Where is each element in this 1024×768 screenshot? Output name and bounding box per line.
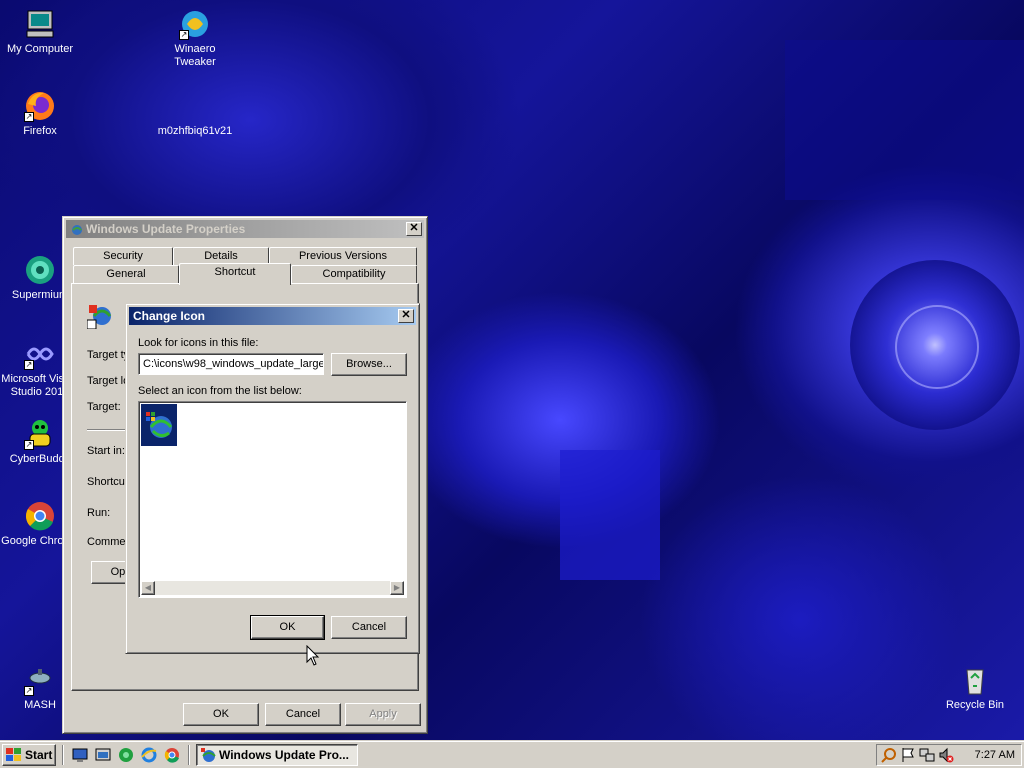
shortcut-arrow-icon: ↗ bbox=[24, 360, 34, 370]
chrome-icon bbox=[164, 748, 179, 763]
desktop-icon-recycle-bin[interactable]: Recycle Bin bbox=[935, 664, 1015, 712]
windows-update-icon bbox=[146, 412, 173, 438]
properties-cancel-button[interactable]: Cancel bbox=[265, 703, 341, 726]
target-type-label: Target ty bbox=[87, 349, 130, 361]
quick-launch-desktop[interactable] bbox=[72, 747, 88, 763]
tab-general[interactable]: General bbox=[73, 265, 179, 283]
tray-flag-icon[interactable] bbox=[900, 747, 916, 763]
chrome-icon bbox=[24, 500, 56, 532]
windows-update-icon bbox=[86, 303, 113, 330]
icon-list-label: Select an icon from the list below: bbox=[138, 385, 302, 397]
windows-logo-icon bbox=[6, 748, 21, 761]
taskbar: Start Windows Update Pro... 7:27 AM bbox=[0, 740, 1024, 768]
change-icon-dialog[interactable]: Change Icon ✕ Look for icons in this fil… bbox=[125, 303, 420, 654]
properties-ok-button[interactable]: OK bbox=[183, 703, 259, 726]
taskbar-separator bbox=[188, 745, 190, 765]
change-icon-cancel-button[interactable]: Cancel bbox=[331, 616, 407, 639]
computer-icon bbox=[24, 8, 56, 40]
target-label: Target: bbox=[87, 401, 121, 413]
shortcut-arrow-icon: ↗ bbox=[24, 440, 34, 450]
cyberbuddy-icon: ↗ bbox=[24, 418, 56, 450]
icon-file-input[interactable]: C:\icons\w98_windows_update_large bbox=[138, 353, 324, 375]
system-tray: 7:27 AM bbox=[876, 744, 1022, 766]
wallpaper-block bbox=[560, 450, 660, 580]
wallpaper-disc bbox=[895, 305, 979, 389]
start-button[interactable]: Start bbox=[2, 744, 56, 766]
close-icon[interactable]: ✕ bbox=[406, 222, 422, 236]
recycle-bin-icon bbox=[959, 664, 991, 696]
wallpaper-block bbox=[785, 40, 1024, 200]
scroll-right-icon[interactable]: ▶ bbox=[390, 581, 404, 595]
quick-launch-chrome[interactable] bbox=[164, 747, 180, 763]
icon-list-item[interactable] bbox=[141, 404, 177, 446]
firefox-icon: ↗ bbox=[24, 90, 56, 122]
taskbar-task-windows-update[interactable]: Windows Update Pro... bbox=[196, 744, 358, 766]
winaero-tweaker-icon: ↗ bbox=[179, 8, 211, 40]
tray-search-icon[interactable] bbox=[881, 747, 897, 763]
windows-update-icon bbox=[70, 222, 82, 235]
windows-update-icon bbox=[201, 748, 216, 762]
shortcut-arrow-icon: ↗ bbox=[179, 30, 189, 40]
change-icon-title: Change Icon bbox=[133, 309, 206, 323]
start-in-label: Start in: bbox=[87, 445, 125, 457]
visual-studio-icon: ↗ bbox=[24, 338, 56, 370]
channels-icon bbox=[119, 748, 133, 762]
taskbar-separator bbox=[62, 745, 64, 765]
desktop-icon-my-computer[interactable]: My Computer bbox=[0, 8, 80, 56]
shortcut-key-label: Shortcut bbox=[87, 476, 128, 488]
file-label: Look for icons in this file: bbox=[138, 337, 259, 349]
quick-launch-ie[interactable] bbox=[141, 747, 157, 763]
mouse-cursor-icon bbox=[306, 644, 320, 667]
change-icon-titlebar[interactable]: Change Icon ✕ bbox=[129, 307, 416, 325]
tab-shortcut[interactable]: Shortcut bbox=[179, 263, 291, 285]
explorer-icon bbox=[95, 748, 111, 761]
internet-explorer-icon bbox=[141, 747, 157, 763]
properties-title: Windows Update Properties bbox=[86, 222, 246, 236]
scroll-left-icon[interactable]: ◀ bbox=[141, 581, 155, 595]
browse-button[interactable]: Browse... bbox=[331, 353, 407, 376]
run-label: Run: bbox=[87, 507, 111, 519]
quick-launch-channels[interactable] bbox=[118, 747, 134, 763]
icon-list[interactable]: ◀ ▶ bbox=[138, 401, 407, 598]
shortcut-arrow-icon: ↗ bbox=[24, 686, 34, 696]
mash-icon: ↗ bbox=[24, 664, 56, 696]
tab-compatibility[interactable]: Compatibility bbox=[291, 265, 417, 283]
properties-apply-button[interactable]: Apply bbox=[345, 703, 421, 726]
close-icon[interactable]: ✕ bbox=[398, 309, 414, 323]
tab-security[interactable]: Security bbox=[73, 247, 173, 265]
change-icon-ok-button[interactable]: OK bbox=[250, 615, 325, 640]
tray-volume-icon[interactable] bbox=[938, 747, 954, 763]
show-desktop-icon bbox=[72, 748, 88, 762]
quick-launch-explorer[interactable] bbox=[95, 747, 111, 763]
desktop-icon-winaero-tweaker[interactable]: ↗ Winaero Tweaker bbox=[155, 8, 235, 69]
tray-network-icon[interactable] bbox=[919, 747, 935, 763]
desktop-icon-firefox[interactable]: ↗ Firefox bbox=[0, 90, 80, 138]
supermium-icon bbox=[24, 254, 56, 286]
properties-titlebar[interactable]: Windows Update Properties ✕ bbox=[66, 220, 424, 238]
divider bbox=[87, 429, 127, 431]
shortcut-arrow-icon: ↗ bbox=[24, 112, 34, 122]
horizontal-scrollbar[interactable]: ◀ ▶ bbox=[141, 581, 404, 595]
desktop-icon-m0zhfbiq61v21[interactable]: m0zhfbiq61v21 bbox=[155, 90, 235, 138]
tab-previous-versions[interactable]: Previous Versions bbox=[269, 247, 417, 265]
target-location-label: Target lo bbox=[87, 375, 130, 387]
clock[interactable]: 7:27 AM bbox=[975, 749, 1015, 761]
